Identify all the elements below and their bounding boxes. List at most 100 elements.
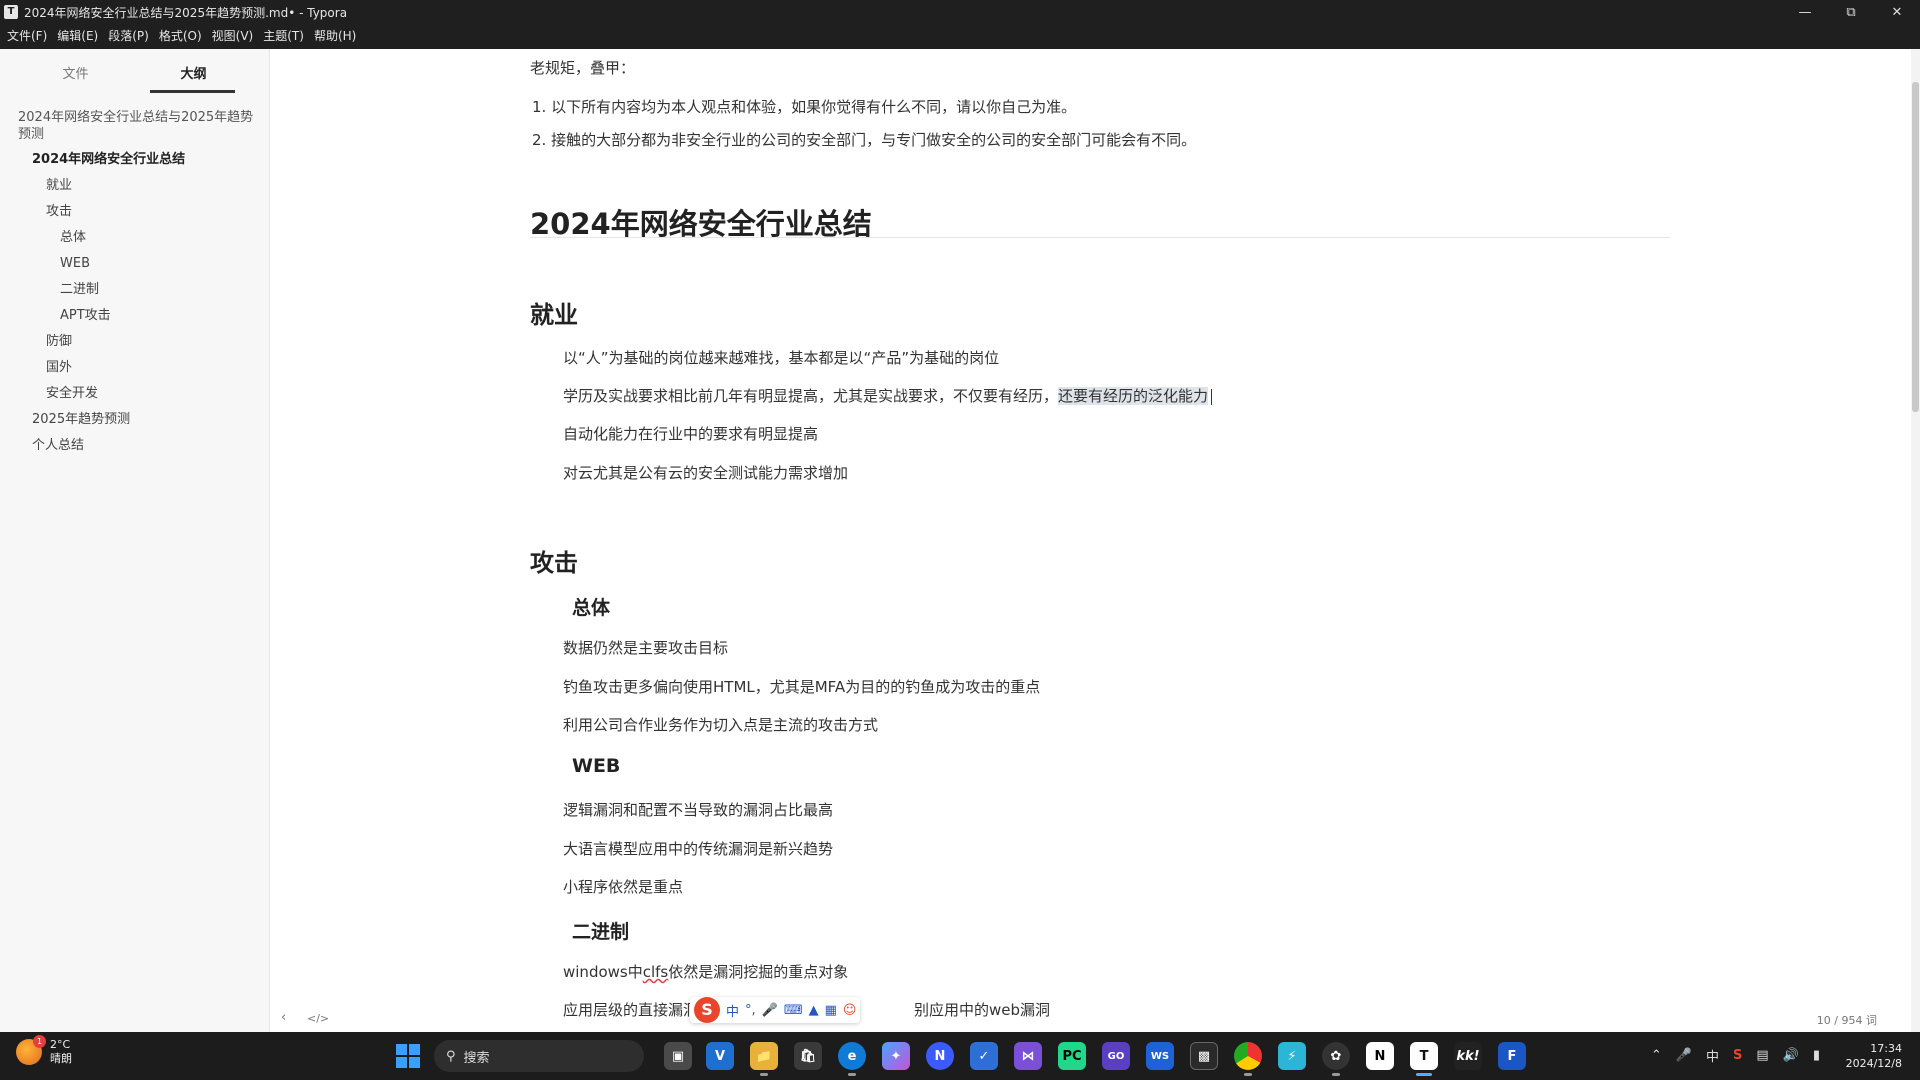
outline-item-overseas[interactable]: 国外 [0, 359, 270, 385]
word-count[interactable]: 10 / 954 词 [1817, 1012, 1877, 1028]
menu-edit[interactable]: 编辑(E) [52, 24, 103, 49]
outline-item-secdev[interactable]: 安全开发 [0, 385, 270, 411]
clock[interactable]: 17:34 2024/12/8 [1846, 1041, 1902, 1071]
edge-icon[interactable]: e [838, 1042, 866, 1076]
close-button[interactable]: ✕ [1874, 0, 1920, 24]
intro-text: 老规矩，叠甲： [530, 59, 636, 77]
app-v-icon[interactable]: V [706, 1042, 734, 1070]
chevron-up-icon[interactable]: ⌃ [1651, 1048, 1662, 1063]
tab-outline[interactable]: 大纲 [146, 63, 241, 82]
search-icon: ⚲ [446, 1048, 456, 1064]
window-title: 2024年网络安全行业总结与2025年趋势预测.md• - Typora [24, 5, 348, 20]
windows-logo-pane [396, 1044, 407, 1055]
active-tab-indicator [150, 90, 235, 93]
outline-item-personal-summary[interactable]: 个人总结 [0, 437, 270, 463]
restore-button[interactable]: ⧉ [1828, 0, 1874, 24]
menu-bar: 文件(F) 编辑(E) 段落(P) 格式(O) 视图(V) 主题(T) 帮助(H… [0, 24, 1920, 49]
sogou-logo-icon[interactable]: S [694, 997, 720, 1023]
ime-punct[interactable]: °, [745, 1003, 756, 1018]
outline-item-2024-summary[interactable]: 2024年网络安全行业总结 [0, 151, 270, 177]
outline-item-overall[interactable]: 总体 [0, 229, 270, 255]
outline-item-attack[interactable]: 攻击 [0, 203, 270, 229]
weather-widget[interactable]: 1 2°C 晴朗 [16, 1035, 72, 1066]
chevron-left-icon[interactable]: ‹ [281, 1010, 286, 1025]
menu-file[interactable]: 文件(F) [2, 24, 52, 49]
outline-item-binary[interactable]: 二进制 [0, 281, 270, 307]
windows-logo-pane [409, 1057, 420, 1068]
pycharm-icon[interactable]: PC [1058, 1042, 1086, 1070]
employment-item-4: 对云尤其是公有云的安全测试能力需求增加 [563, 464, 849, 482]
battery-icon[interactable]: ▮ [1813, 1048, 1820, 1063]
notion-icon[interactable]: N [1366, 1042, 1394, 1070]
employment-item-1: 以“人”为基础的岗位越来越难找，基本都是以“产品”为基础的岗位 [563, 349, 1000, 367]
taskbar: 1 2°C 晴朗 ⚲ 搜索 ▣ V 📁 🛍 e ✦ N ✓ ⋈ PC GO WS… [0, 1032, 1920, 1080]
tray-ime[interactable]: 中 [1706, 1046, 1719, 1065]
chrome-icon[interactable] [1234, 1042, 1262, 1076]
overall-item-2: 钓鱼攻击更多偏向使用HTML，尤其是MFA为目的的钓鱼成为攻击的重点 [563, 678, 1041, 696]
menu-theme[interactable]: 主题(T) [258, 24, 309, 49]
menu-help[interactable]: 帮助(H) [309, 24, 361, 49]
minimize-button[interactable]: — [1782, 0, 1828, 24]
webstorm-icon[interactable]: WS [1146, 1042, 1174, 1070]
terminal-icon[interactable]: ▩ [1190, 1042, 1218, 1070]
overall-item-3: 利用公司合作业务作为切入点是主流的攻击方式 [563, 716, 879, 734]
outline-item-defense[interactable]: 防御 [0, 333, 270, 359]
typora-app-icon: T [4, 5, 18, 19]
lightning-app-icon[interactable]: ⚡ [1278, 1042, 1306, 1070]
editor-pane[interactable]: 老规矩，叠甲： 1. 以下所有内容均为本人观点和体验，如果你觉得有什么不同，请以… [271, 49, 1911, 1032]
sidebar-tabs: 文件 大纲 [0, 49, 269, 97]
visual-studio-icon[interactable]: ⋈ [1014, 1042, 1042, 1070]
h1-divider [530, 237, 1670, 238]
editor-scrollbar[interactable] [1911, 49, 1920, 1032]
weather-temp: 2°C [50, 1038, 71, 1051]
app-f-icon[interactable]: F [1498, 1042, 1526, 1070]
skin-shirt-icon[interactable]: ▲ [809, 1003, 819, 1018]
clock-date: 2024/12/8 [1845, 1057, 1902, 1070]
weather-desc: 晴朗 [50, 1052, 72, 1065]
code-icon[interactable]: </> [307, 1012, 329, 1025]
start-button[interactable] [396, 1044, 420, 1068]
menu-format[interactable]: 格式(O) [154, 24, 207, 49]
task-view-icon[interactable]: ▣ [664, 1042, 692, 1070]
store-icon[interactable]: 🛍 [794, 1042, 822, 1070]
menu-paragraph[interactable]: 段落(P) [103, 24, 154, 49]
keyboard-icon[interactable]: ⌨ [784, 1003, 803, 1018]
ime-mode[interactable]: 中 [726, 1001, 739, 1020]
volume-icon[interactable]: 🔊 [1783, 1048, 1799, 1063]
copilot-icon[interactable]: ✦ [882, 1042, 910, 1070]
tab-files[interactable]: 文件 [28, 63, 123, 82]
windows-logo-pane [409, 1044, 420, 1055]
microphone-tray-icon[interactable]: 🎤 [1676, 1048, 1692, 1063]
selected-text[interactable]: 还要有经历的泛化能力 [1058, 387, 1209, 405]
openai-icon[interactable]: ✿ [1322, 1042, 1350, 1076]
outline-item-apt[interactable]: APT攻击 [0, 307, 270, 333]
outline-item-web[interactable]: WEB [0, 255, 270, 281]
microphone-icon[interactable]: 🎤 [762, 1003, 778, 1018]
taskbar-search[interactable]: ⚲ 搜索 [434, 1040, 644, 1072]
file-explorer-icon[interactable]: 📁 [750, 1042, 778, 1076]
disclaimer-item-2: 2. 接触的大部分都为非安全行业的公司的安全部门，与专门做安全的公司的安全部门可… [532, 131, 1197, 149]
typora-icon[interactable]: T [1410, 1042, 1438, 1076]
scrollbar-thumb[interactable] [1912, 82, 1919, 412]
sogou-tray-icon[interactable]: S [1733, 1048, 1742, 1063]
network-icon[interactable]: ▤ [1756, 1048, 1768, 1063]
toolbox-grid-icon[interactable]: ▦ [825, 1003, 837, 1018]
window-titlebar: T 2024年网络安全行业总结与2025年趋势预测.md• - Typora —… [0, 0, 1920, 24]
search-label: 搜索 [463, 1050, 490, 1066]
app-n-icon[interactable]: N [926, 1042, 954, 1070]
kk-app-icon[interactable]: kk! [1454, 1042, 1482, 1070]
menu-view[interactable]: 视图(V) [207, 24, 259, 49]
misspelled-word[interactable]: clfs [643, 963, 669, 981]
outline-item-2025-trends[interactable]: 2025年趋势预测 [0, 411, 270, 437]
emoji-icon[interactable]: ☺ [843, 1003, 857, 1018]
outline-item-employment[interactable]: 就业 [0, 177, 270, 203]
outline-item-doc-title[interactable]: 2024年网络安全行业总结与2025年趋势预测 [0, 108, 270, 151]
todo-icon[interactable]: ✓ [970, 1042, 998, 1070]
h2-employment: 就业 [530, 301, 578, 329]
binary-item-1: windows中clfs依然是漏洞挖掘的重点对象 [563, 963, 849, 981]
windows-logo-pane [396, 1057, 407, 1068]
goland-icon[interactable]: GO [1102, 1042, 1130, 1070]
h2-attack: 攻击 [530, 549, 578, 577]
ime-toolbar: S 中 °, 🎤 ⌨ ▲ ▦ ☺ [690, 997, 861, 1023]
notification-badge: 1 [33, 1035, 46, 1048]
